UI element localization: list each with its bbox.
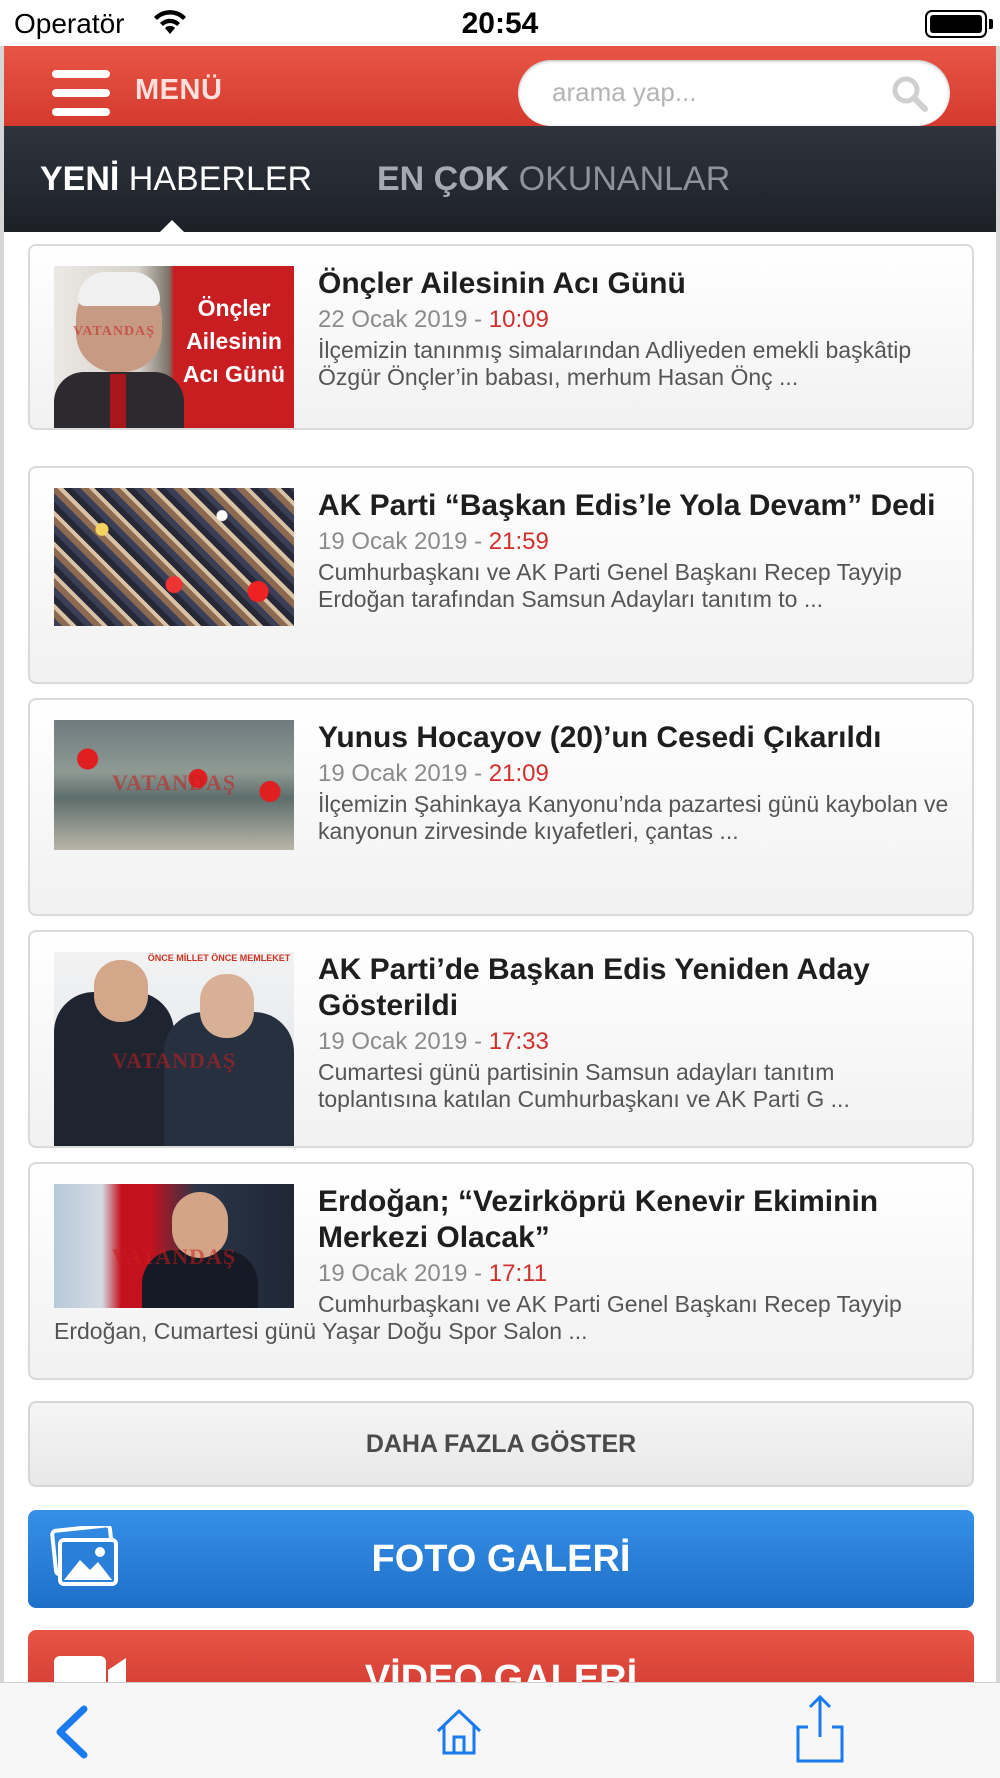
- news-thumbnail: VATANDAŞ Önçler Ailesinin Acı Günü: [54, 266, 294, 428]
- news-thumbnail: [54, 488, 294, 626]
- video-gallery-button[interactable]: VİDEO GALERİ: [28, 1630, 974, 1682]
- search-icon[interactable]: [890, 74, 930, 114]
- news-item[interactable]: VATANDAŞ Önçler Ailesinin Acı Günü Önçle…: [28, 244, 974, 430]
- video-gallery-label: VİDEO GALERİ: [364, 1658, 638, 1682]
- news-tabs: YENİ HABERLER EN ÇOK OKUNANLAR: [4, 126, 996, 232]
- browser-viewport: MENÜ YENİ HABERLER EN ÇOK OKUNANLAR VATA…: [0, 46, 1000, 1682]
- news-thumbnail: ÖNCE MİLLET ÖNCE MEMLEKET VATANDAŞ: [54, 952, 294, 1146]
- news-item[interactable]: VATANDAŞ Erdoğan; “Vezirköprü Kenevir Ek…: [28, 1162, 974, 1380]
- search-box[interactable]: [518, 60, 950, 126]
- news-item[interactable]: AK Parti “Başkan Edis’le Yola Devam” Ded…: [28, 466, 974, 684]
- tab-new-news[interactable]: YENİ HABERLER: [40, 160, 312, 199]
- menu-label[interactable]: MENÜ: [135, 74, 222, 107]
- tab-most-read[interactable]: EN ÇOK OKUNANLAR: [377, 160, 730, 199]
- site-header: MENÜ: [4, 46, 996, 126]
- photo-gallery-button[interactable]: FOTO GALERİ: [28, 1510, 974, 1608]
- menu-button[interactable]: [52, 70, 110, 116]
- search-input[interactable]: [552, 74, 872, 110]
- battery-tip: [989, 19, 993, 29]
- share-icon[interactable]: [794, 1693, 846, 1765]
- browser-toolbar: [0, 1682, 1000, 1778]
- clock: 20:54: [461, 7, 539, 40]
- news-item[interactable]: ÖNCE MİLLET ÖNCE MEMLEKET VATANDAŞ AK Pa…: [28, 930, 974, 1148]
- battery-icon: [925, 10, 987, 38]
- show-more-button[interactable]: DAHA FAZLA GÖSTER: [28, 1401, 974, 1487]
- photo-gallery-label: FOTO GALERİ: [371, 1538, 631, 1580]
- news-item[interactable]: VATANDAŞ Yunus Hocayov (20)’un Cesedi Çı…: [28, 698, 974, 916]
- home-icon[interactable]: [434, 1707, 484, 1757]
- news-thumbnail: VATANDAŞ: [54, 1184, 294, 1308]
- chevron-left-icon[interactable]: [52, 1705, 92, 1759]
- news-thumbnail: VATANDAŞ: [54, 720, 294, 850]
- status-bar: Operatör 20:54: [0, 0, 1000, 46]
- thumbnail-caption: Önçler Ailesinin Acı Günü: [182, 295, 286, 387]
- news-site: MENÜ YENİ HABERLER EN ÇOK OKUNANLAR VATA…: [4, 46, 996, 1682]
- active-tab-indicator: [160, 220, 184, 232]
